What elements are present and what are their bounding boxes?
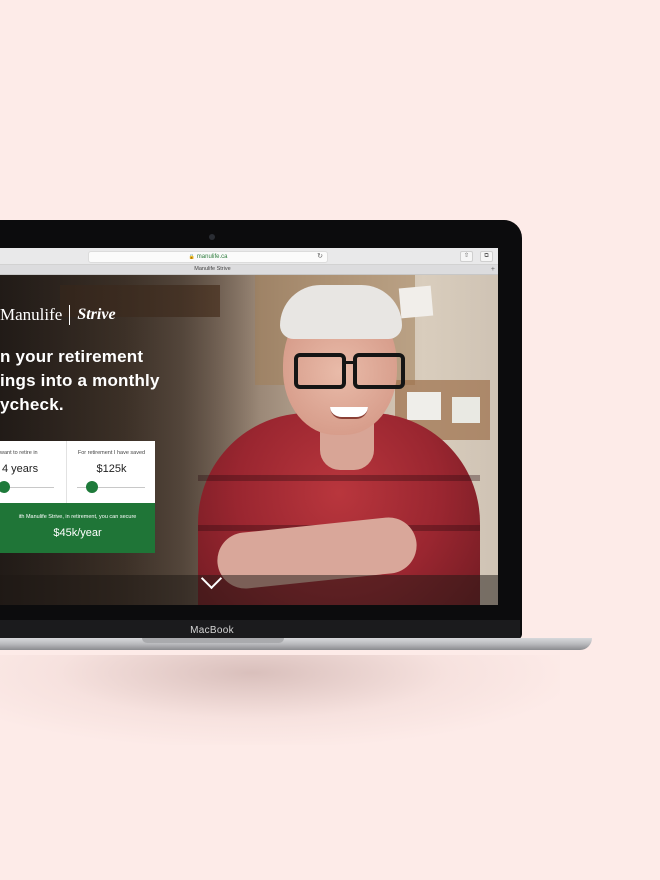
new-tab-button[interactable]: + [491,265,495,274]
device-label: MacBook [190,625,234,636]
headline-line: ycheck. [0,395,64,414]
retire-in-value: 4 years [2,463,39,475]
logo-manulife: Manulife [0,305,63,324]
laptop-shadow [0,655,560,745]
hero-photo-glasses [294,353,346,389]
hero-photo-paper [398,285,434,319]
address-bar[interactable]: 🔒 manulife.ca ↻ [88,251,328,263]
laptop-base-notch [142,638,284,643]
logo-strive: Strive [77,306,116,323]
saved-label: For retirement I have saved [77,450,146,456]
camera-icon [209,234,215,240]
laptop-base [0,638,592,650]
saved-control: For retirement I have saved $125k [66,441,156,503]
logo-divider [69,305,71,325]
hero-section: Manulife Strive n your retirement ings i… [0,275,498,605]
hero-photo-glasses [353,353,405,389]
retire-in-label: want to retire in [0,450,38,456]
retire-in-slider-handle[interactable] [0,481,10,493]
hero-photo-paper [452,397,480,423]
url-text: manulife.ca [196,254,228,260]
hero-headline: n your retirement ings into a monthly yc… [0,345,200,417]
calculator-result: ith Manulife Strive, in retirement, you … [0,503,155,553]
hero-photo-plaid [198,475,480,481]
lock-icon: 🔒 [188,254,195,260]
retire-in-control: want to retire in 4 years [0,441,65,503]
browser-window: 🔒 manulife.ca ↻ ⇧ ⧉ Manulife Strive + Man… [0,248,498,605]
tab-bar: Manulife Strive + [0,265,498,275]
share-icon[interactable]: ⇧ [460,251,473,262]
tabs-icon[interactable]: ⧉ [480,251,493,262]
headline-line: n your retirement [0,347,144,366]
saved-slider-handle[interactable] [86,481,98,493]
brand-logo[interactable]: Manulife Strive [0,305,116,325]
browser-toolbar: 🔒 manulife.ca ↻ ⇧ ⧉ [0,248,498,265]
calculator-inputs: want to retire in 4 years For retirement… [0,441,155,503]
hero-photo-smile [330,407,368,419]
hero-photo-bench [0,575,498,605]
saved-value: $125k [96,463,127,475]
reload-icon[interactable]: ↻ [317,252,323,262]
hero-photo-glasses [342,361,354,364]
retirement-calculator: want to retire in 4 years For retirement… [0,441,155,553]
hero-photo-paper [407,392,441,420]
tab-manulife-strive[interactable]: Manulife Strive [0,265,425,274]
result-note: ith Manulife Strive, in retirement, you … [18,514,137,520]
result-amount: $45k/year [53,527,102,539]
hero-photo-hair [280,285,402,339]
headline-line: ings into a monthly [0,371,160,390]
